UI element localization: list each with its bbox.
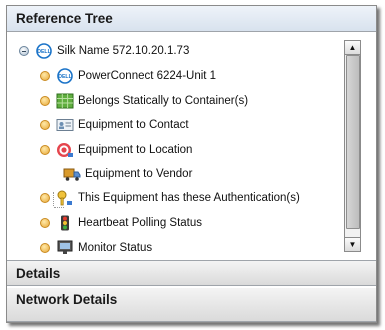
tree-node-contact[interactable]: Equipment to Contact <box>40 114 189 136</box>
tree-node-container[interactable]: Belongs Statically to Container(s) <box>40 90 248 112</box>
dell-logo-icon: DELL <box>35 43 53 59</box>
location-target-icon <box>56 142 74 158</box>
dell-logo-icon: DELL <box>56 68 74 84</box>
expand-icon[interactable] <box>40 193 50 203</box>
network-details-header[interactable]: Network Details <box>7 288 376 322</box>
reference-tree-header[interactable]: Reference Tree <box>7 6 376 32</box>
svg-text:DELL: DELL <box>37 49 51 55</box>
scroll-down-button[interactable]: ▼ <box>345 237 360 251</box>
expand-icon[interactable] <box>40 71 50 81</box>
tree-node-vendor[interactable]: Equipment to Vendor <box>63 163 192 185</box>
tree-node-label: This Equipment has these Authentication(… <box>78 192 300 204</box>
svg-text:DELL: DELL <box>58 74 72 80</box>
tree-node-label: Heartbeat Polling Status <box>78 217 203 229</box>
collapse-icon[interactable] <box>19 46 29 56</box>
expand-icon[interactable] <box>40 218 50 228</box>
vendor-truck-icon <box>63 166 81 182</box>
scroll-up-button[interactable]: ▲ <box>345 41 360 55</box>
scroll-thumb[interactable] <box>346 55 360 229</box>
expand-icon[interactable] <box>40 145 50 155</box>
reference-tree: DELL Silk Name 572.10.20.1.73 DELL Power… <box>7 32 376 260</box>
contact-card-icon <box>56 117 74 133</box>
tree-root-node[interactable]: DELL Silk Name 572.10.20.1.73 <box>19 40 189 62</box>
expand-icon[interactable] <box>40 243 50 253</box>
key-icon <box>56 190 74 206</box>
tree-node-label: Monitor Status <box>78 242 153 254</box>
details-header[interactable]: Details <box>7 260 376 286</box>
tree-node-label: Belongs Statically to Container(s) <box>78 95 249 107</box>
monitor-status-icon <box>56 240 74 256</box>
tree-vertical-scrollbar[interactable]: ▲ ▼ <box>344 40 361 252</box>
tree-node-label: PowerConnect 6224-Unit 1 <box>78 70 217 82</box>
tree-node-label: Equipment to Vendor <box>85 168 193 180</box>
tree-node-label: Silk Name 572.10.20.1.73 <box>57 45 190 57</box>
tree-node-powerconnect[interactable]: DELL PowerConnect 6224-Unit 1 <box>40 65 216 87</box>
tree-node-heartbeat[interactable]: Heartbeat Polling Status <box>40 212 202 234</box>
tree-node-label: Equipment to Location <box>78 144 193 156</box>
tree-node-authentication[interactable]: This Equipment has these Authentication(… <box>40 187 300 209</box>
traffic-light-icon <box>56 215 74 231</box>
container-grid-icon <box>56 93 74 109</box>
expand-icon[interactable] <box>40 120 50 130</box>
tree-node-monitor-status[interactable]: Monitor Status <box>40 237 152 259</box>
tree-node-location[interactable]: Equipment to Location <box>40 139 192 161</box>
tree-node-label: Equipment to Contact <box>78 119 189 131</box>
expand-icon[interactable] <box>40 96 50 106</box>
reference-tree-panel: Reference Tree DELL Silk Name 572.10.20.… <box>6 5 377 323</box>
